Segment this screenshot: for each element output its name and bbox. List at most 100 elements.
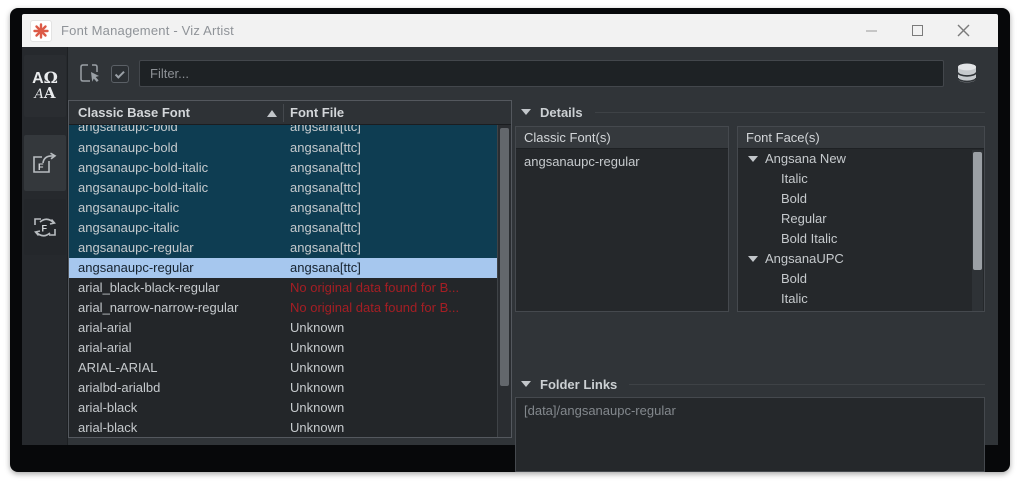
font-faces-scrollbar[interactable]	[972, 150, 983, 311]
cell-classic-base-font: arialbd-arialbd	[78, 378, 160, 398]
sort-ascending-icon	[267, 110, 277, 117]
filter-enabled-checkbox[interactable]	[111, 65, 129, 83]
cell-font-file: angsana[ttc]	[290, 158, 361, 178]
window-title: Font Management - Viz Artist	[61, 23, 234, 38]
cell-font-file: angsana[ttc]	[290, 218, 361, 238]
close-button[interactable]	[940, 14, 986, 47]
filter-input[interactable]	[139, 60, 944, 87]
cell-font-file: Unknown	[290, 358, 344, 378]
details-section-header[interactable]: Details	[515, 103, 985, 121]
collapse-triangle-icon	[748, 156, 758, 162]
database-button[interactable]	[954, 62, 980, 86]
font-face-label: Bold Italic	[781, 229, 837, 249]
font-face-item[interactable]: Bold	[738, 189, 984, 209]
minimize-button[interactable]	[848, 14, 894, 47]
cell-classic-base-font: arial_black-black-regular	[78, 278, 220, 298]
sidebar: AΩ AA F	[22, 47, 68, 445]
font-face-item[interactable]: Italic	[738, 169, 984, 189]
folder-links-section-title: Folder Links	[540, 377, 617, 392]
table-row[interactable]: angsanaupc-bold-italic angsana[ttc]	[69, 178, 498, 198]
details-panel: Details Classic Font(s) angsanaupc-regul…	[515, 100, 985, 445]
font-face-label: Bold	[781, 269, 807, 289]
cell-font-file: angsana[ttc]	[290, 258, 361, 278]
fonts-aa-icon: AΩ AA	[32, 70, 58, 102]
section-rule	[629, 384, 985, 385]
folder-links-list: [data]/angsanaupc-regular	[515, 397, 985, 472]
cell-font-file: Unknown	[290, 318, 344, 338]
font-face-item[interactable]: Regular	[738, 209, 984, 229]
table-row[interactable]: angsanaupc-bold-italicangsana[ttc]	[69, 158, 498, 178]
table-row[interactable]: angsanaupc-italicangsana[ttc]	[69, 198, 498, 218]
font-face-label: Italic	[781, 289, 808, 309]
font-face-item[interactable]: Bold Italic	[738, 229, 984, 249]
table-row[interactable]: angsanaupc-italicangsana[ttc]	[69, 218, 498, 238]
sidebar-item-sync-font[interactable]: F	[24, 199, 66, 255]
classic-font-item[interactable]: angsanaupc-regular	[516, 149, 728, 171]
table-scrollbar[interactable]	[497, 125, 511, 437]
table-header: Classic Base Font Font File	[69, 101, 511, 125]
database-icon	[954, 62, 980, 86]
maximize-button[interactable]	[894, 14, 940, 47]
collapse-triangle-icon	[521, 109, 531, 115]
folder-links-section-header[interactable]: Folder Links	[515, 375, 985, 393]
cell-font-file: angsana[ttc]	[290, 178, 361, 198]
pick-font-button[interactable]	[78, 62, 102, 86]
folder-link-item[interactable]: [data]/angsanaupc-regular	[516, 398, 984, 418]
font-faces-scrollbar-thumb[interactable]	[973, 152, 982, 270]
font-face-label: Italic	[781, 169, 808, 189]
column-header-font-file[interactable]: Font File	[290, 105, 344, 120]
table-row[interactable]: arialbd-arialbdUnknown	[69, 378, 498, 398]
classic-fonts-list: angsanaupc-regular	[516, 149, 728, 311]
font-family-node[interactable]: Angsana New	[738, 149, 984, 169]
font-family-label: Angsana New	[765, 149, 846, 169]
screenshot-canvas: Font Management - Viz Artist	[0, 0, 1020, 481]
font-faces-header: Font Face(s)	[738, 127, 984, 149]
table-row[interactable]: angsanaupc-bold angsana[ttc]	[69, 138, 498, 158]
table-row[interactable]: ARIAL-ARIAL Unknown	[69, 358, 498, 378]
table-row[interactable]: arial-black Unknown	[69, 398, 498, 418]
section-rule	[595, 112, 985, 113]
table-row[interactable]: arial_black-black-regularNo original dat…	[69, 278, 498, 298]
cell-font-file: angsana[ttc]	[290, 125, 361, 137]
cell-classic-base-font: angsanaupc-bold	[78, 138, 178, 158]
svg-text:F: F	[42, 224, 48, 234]
font-faces-panel: Font Face(s) Angsana NewItalicBoldRegula…	[737, 126, 985, 312]
cell-classic-base-font: angsanaupc-regular	[78, 238, 194, 258]
cell-classic-base-font: arial-black	[78, 418, 137, 437]
app-content: AΩ AA F	[22, 47, 998, 445]
table-row[interactable]: angsanaupc-regularangsana[ttc]	[69, 238, 498, 258]
font-family-node[interactable]: AngsanaUPC	[738, 249, 984, 269]
cell-classic-base-font: angsanaupc-bold	[78, 125, 178, 137]
cell-font-file: angsana[ttc]	[290, 198, 361, 218]
cell-font-file: angsana[ttc]	[290, 138, 361, 158]
table-row[interactable]: arial-blackUnknown	[69, 418, 498, 437]
font-face-label: Regular	[781, 209, 827, 229]
font-table: Classic Base Font Font File angsanaupc-b…	[68, 100, 512, 438]
table-row[interactable]: arial-arialUnknown	[69, 338, 498, 358]
table-row[interactable]: arial-arialUnknown	[69, 318, 498, 338]
font-face-item[interactable]: Bold	[738, 269, 984, 289]
cell-font-file: Unknown	[290, 338, 344, 358]
column-header-classic-base-font[interactable]: Classic Base Font	[78, 105, 190, 120]
table-row[interactable]: angsanaupc-regular angsana[ttc]	[69, 258, 498, 278]
titlebar: Font Management - Viz Artist	[22, 14, 998, 47]
cell-classic-base-font: arial-black	[78, 398, 137, 418]
cell-font-file: No original data found for B...	[290, 298, 459, 318]
cell-font-file: Unknown	[290, 398, 344, 418]
sidebar-item-fonts[interactable]: AΩ AA	[24, 55, 66, 117]
cell-classic-base-font: angsanaupc-regular	[78, 258, 194, 278]
window-controls	[848, 14, 998, 47]
table-row[interactable]: angsanaupc-bold angsana[ttc]	[69, 125, 498, 138]
font-face-item[interactable]: Italic	[738, 289, 984, 309]
column-divider[interactable]	[283, 104, 284, 122]
classic-fonts-panel: Classic Font(s) angsanaupc-regular	[515, 126, 729, 312]
font-faces-tree: Angsana NewItalicBoldRegularBold ItalicA…	[738, 149, 984, 311]
table-scrollbar-thumb[interactable]	[500, 128, 509, 386]
minimize-icon	[866, 30, 877, 32]
cell-classic-base-font: angsanaupc-bold-italic	[78, 178, 208, 198]
app-window: Font Management - Viz Artist	[10, 8, 1010, 472]
cell-classic-base-font: ARIAL-ARIAL	[78, 358, 157, 378]
table-row[interactable]: arial_narrow-narrow-regularNo original d…	[69, 298, 498, 318]
sidebar-item-import-font[interactable]: F	[24, 135, 66, 191]
svg-text:F: F	[38, 162, 44, 172]
